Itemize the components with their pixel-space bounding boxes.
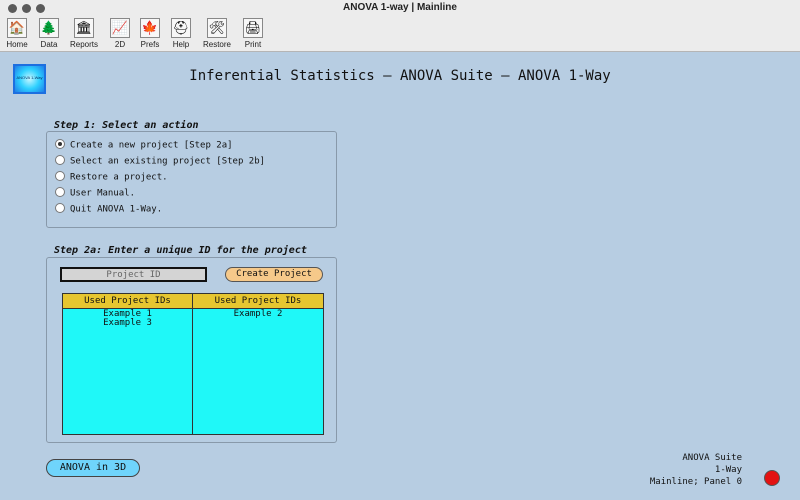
toolbar-reports-button[interactable]: 🏛 Reports [64,17,104,51]
home-icon: 🏠 [7,18,27,38]
radio-label: Create a new project [Step 2a] [70,140,233,151]
toolbar-label: Reports [69,40,98,49]
toolbar: 🏠 Home 🌲 Data 🏛 Reports 📈 2D 🍁 Prefs ⛑ H… [0,17,800,52]
window-titlebar: ANOVA 1-way | Mainline [0,0,800,17]
radio-label: Quit ANOVA 1-Way. [70,204,163,215]
status-line: 1-Way [714,465,742,475]
table-header-cell: Used Project IDs [193,294,323,309]
radio-quit[interactable]: Quit ANOVA 1-Way. [55,203,163,216]
toolbar-help-button[interactable]: ⛑ Help [161,17,201,51]
radio-create-project[interactable]: Create a new project [Step 2a] [55,139,233,152]
radio-select-project[interactable]: Select an existing project [Step 2b] [55,155,266,168]
step2a-title: Step 2a: Enter a unique ID for the proje… [54,245,307,256]
status-line: ANOVA Suite [682,453,742,463]
status-text: ANOVA Suite 1-Way Mainline; Panel 0 [650,452,742,488]
table-cell[interactable]: Example 2 [193,310,323,319]
step1-title: Step 1: Select an action [54,120,199,131]
toolbar-label: Data [40,40,58,49]
toolbar-print-button[interactable]: 🖨 Print [233,17,273,51]
tools-icon: 🛠 [207,18,227,38]
anova-3d-button[interactable]: ANOVA in 3D [46,459,140,477]
page-title: Inferential Statistics — ANOVA Suite — A… [189,68,611,84]
toolbar-label: Print [244,40,262,49]
toolbar-label: Restore [202,40,231,49]
radio-label: Restore a project. [70,172,168,183]
printer-icon: 🖨 [243,18,263,38]
radio-button[interactable] [55,187,65,197]
radio-button[interactable] [55,171,65,181]
radio-restore-project[interactable]: Restore a project. [55,171,168,184]
create-project-button[interactable]: Create Project [225,267,323,282]
toolbar-data-button[interactable]: 🌲 Data [29,17,69,51]
table-column: Used Project IDs Example 2 [193,294,323,434]
radio-user-manual[interactable]: User Manual. [55,187,136,200]
building-icon: 🏛 [74,18,94,38]
status-indicator-dot[interactable] [764,470,780,486]
lifebuoy-icon: ⛑ [171,18,191,38]
step1-panel: Create a new project [Step 2a] Select an… [46,131,337,228]
toolbar-label: Help [172,40,190,49]
project-id-input[interactable] [60,267,207,282]
step2a-panel: Create Project Used Project IDs Example … [46,257,337,443]
window-title: ANOVA 1-way | Mainline [343,2,457,13]
radio-label: User Manual. [70,188,136,199]
toolbar-restore-button[interactable]: 🛠 Restore [197,17,237,51]
table-column: Used Project IDs Example 1 Example 3 [63,294,193,434]
status-line: Mainline; Panel 0 [649,477,742,487]
used-ids-table: Used Project IDs Example 1 Example 3 Use… [62,293,324,435]
table-cell[interactable]: Example 3 [63,319,192,328]
tree-icon: 🌲 [39,18,59,38]
radio-button[interactable] [55,155,65,165]
table-header-cell: Used Project IDs [63,294,192,309]
chart-icon: 📈 [110,18,130,38]
radio-button[interactable] [55,203,65,213]
radio-label: Select an existing project [Step 2b] [70,156,266,167]
leaf-icon: 🍁 [140,18,160,38]
radio-button[interactable] [55,139,65,149]
